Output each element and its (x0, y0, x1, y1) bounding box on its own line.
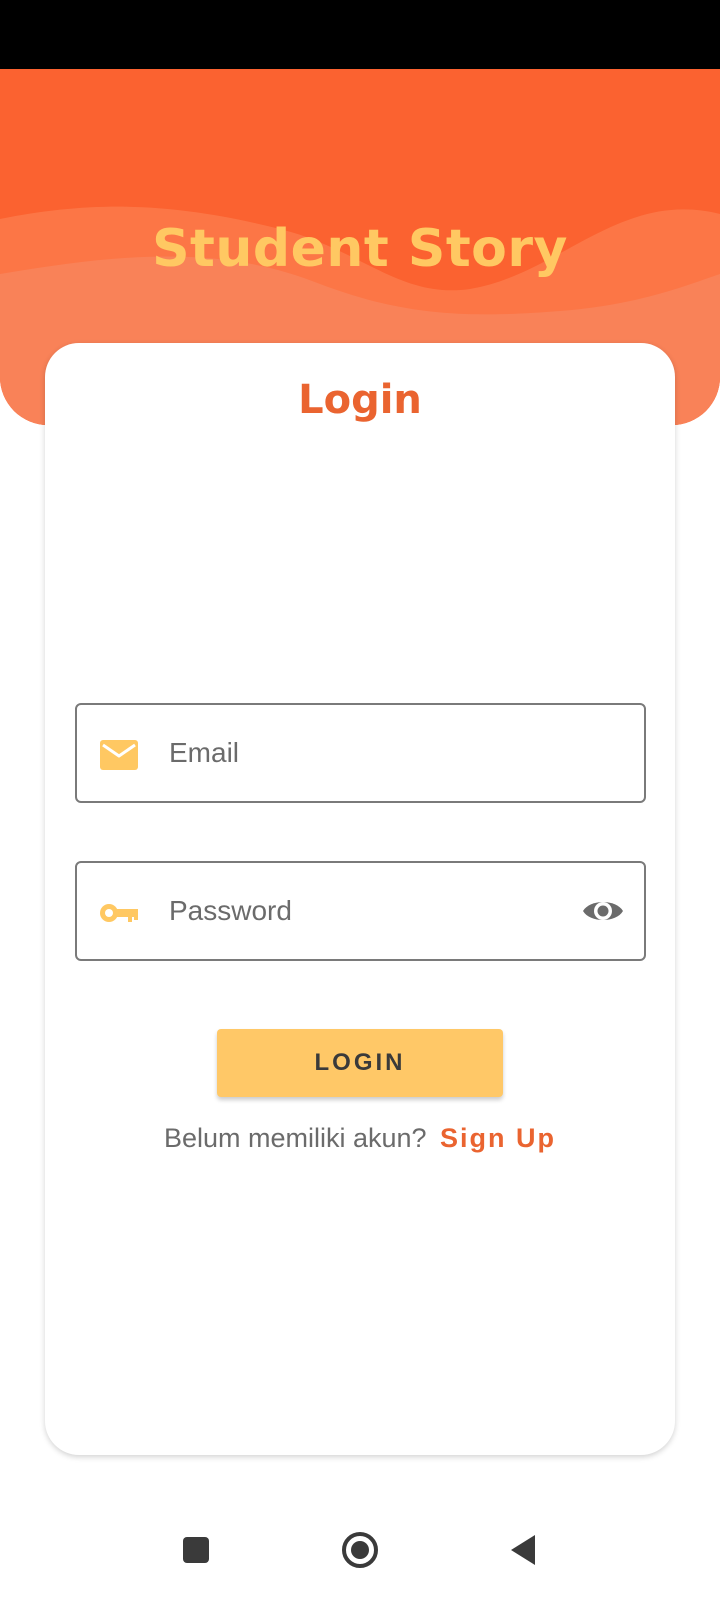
password-placeholder: Password (169, 895, 292, 926)
app-root: Student Story Login Email Password LOGIN… (0, 0, 720, 1600)
key-icon (100, 904, 138, 922)
back-triangle-icon[interactable] (502, 1528, 546, 1572)
status-bar (0, 0, 720, 69)
signup-row: Belum memiliki akun? Sign Up (45, 1123, 675, 1154)
system-nav-bar (0, 1500, 720, 1600)
password-field[interactable]: Password (75, 861, 646, 961)
eye-icon[interactable] (582, 891, 624, 931)
email-field[interactable]: Email (75, 703, 646, 803)
login-title: Login (298, 377, 422, 423)
signup-prompt: Belum memiliki akun? (163, 1123, 427, 1153)
square-icon[interactable] (174, 1528, 218, 1572)
app-title: Student Story (152, 219, 568, 279)
email-placeholder: Email (169, 737, 240, 768)
login-button[interactable]: LOGIN (217, 1029, 503, 1097)
signup-link[interactable]: Sign Up (440, 1123, 556, 1153)
circle-home-icon[interactable] (338, 1528, 382, 1572)
login-card: Login Email Password LOGIN Belum memilik… (45, 343, 675, 1455)
mail-icon (100, 740, 138, 770)
